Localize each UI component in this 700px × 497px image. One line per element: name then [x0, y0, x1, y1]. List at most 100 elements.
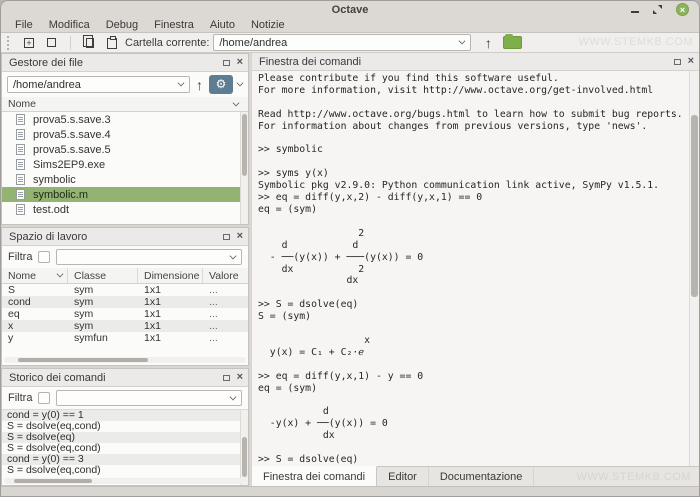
column-header-valore[interactable]: Valore: [203, 268, 248, 283]
stacked-windows-glyph: [47, 38, 56, 47]
close-panel-icon[interactable]: ×: [688, 56, 694, 67]
file-row[interactable]: symbolic: [2, 172, 248, 187]
file-list-column-header[interactable]: Nome: [2, 97, 248, 112]
close-panel-icon[interactable]: ×: [237, 231, 243, 242]
history-scrollbar[interactable]: [240, 410, 248, 485]
toolbar-separator: [70, 36, 71, 50]
history-hscrollbar[interactable]: [4, 478, 246, 484]
chevron-down-icon: [178, 80, 185, 87]
name-column-label: Nome: [8, 98, 36, 110]
workspace-cell: 1x1: [138, 332, 203, 344]
file-row[interactable]: test.odt: [2, 202, 248, 217]
command-window-panel: Finestra dei comandi × Please contribute…: [252, 53, 699, 486]
file-row[interactable]: prova5.s.save.3: [2, 112, 248, 127]
maximize-icon[interactable]: [653, 5, 662, 14]
new-window-icon[interactable]: +: [18, 34, 40, 52]
file-row[interactable]: symbolic.m: [2, 187, 248, 202]
tab-documentazione[interactable]: Documentazione: [429, 467, 535, 486]
file-name: symbolic: [33, 174, 76, 186]
close-panel-icon[interactable]: ×: [237, 372, 243, 383]
current-folder-label: Cartella corrente:: [125, 37, 209, 49]
menu-item-aiuto[interactable]: Aiuto: [202, 19, 243, 31]
browse-folder-button[interactable]: [499, 34, 525, 52]
menu-item-file[interactable]: File: [7, 19, 41, 31]
workspace-filter-combobox[interactable]: [56, 249, 242, 265]
workspace-cell: ...: [203, 332, 248, 344]
workspace-row[interactable]: Ssym1x1...: [2, 284, 248, 296]
file-browser-path-value: /home/andrea: [13, 79, 81, 91]
close-icon[interactable]: ×: [676, 3, 689, 16]
menu-item-notizie[interactable]: Notizie: [243, 19, 293, 31]
scrollbar-thumb[interactable]: [18, 358, 148, 362]
column-label: Dimensione: [144, 270, 199, 282]
menu-item-debug[interactable]: Debug: [98, 19, 146, 31]
workspace-cell: 1x1: [138, 320, 203, 332]
filter-label: Filtra: [8, 392, 32, 404]
filter-checkbox[interactable]: [38, 392, 50, 404]
filter-checkbox[interactable]: [38, 251, 50, 263]
undock-icon[interactable]: [223, 375, 230, 381]
tab-editor[interactable]: Editor: [377, 467, 429, 486]
file-list-scrollbar[interactable]: [240, 112, 248, 224]
main-content: Gestore dei file × /home/andrea ↑ ⚙: [1, 53, 699, 486]
gear-icon[interactable]: ⚙: [209, 75, 233, 94]
workspace-row[interactable]: ysymfun1x1...: [2, 332, 248, 344]
column-header-dimensione[interactable]: Dimensione: [138, 268, 203, 283]
panel-title-icons: ×: [223, 57, 243, 68]
file-icon: [16, 159, 25, 170]
file-name: test.odt: [33, 204, 69, 216]
scrollbar-thumb[interactable]: [691, 115, 698, 297]
scrollbar-thumb[interactable]: [14, 479, 92, 483]
chevron-down-icon: [459, 38, 466, 45]
panel-title-icons: ×: [674, 56, 694, 67]
workspace-row[interactable]: condsym1x1...: [2, 296, 248, 308]
column-label: Nome: [8, 270, 36, 282]
title-bar[interactable]: Octave ×: [1, 1, 699, 18]
undock-icon[interactable]: [223, 60, 230, 66]
workspace-row[interactable]: xsym1x1...: [2, 320, 248, 332]
current-folder-value: /home/andrea: [219, 37, 287, 49]
file-row[interactable]: prova5.s.save.4: [2, 127, 248, 142]
workspace-cell: y: [2, 332, 68, 344]
chevron-down-icon: [57, 271, 64, 278]
file-name: symbolic.m: [33, 189, 88, 201]
show-widgets-icon[interactable]: [40, 34, 62, 52]
toolbar-grip[interactable]: [7, 36, 10, 50]
close-panel-icon[interactable]: ×: [237, 57, 243, 68]
file-row[interactable]: prova5.s.save.5: [2, 142, 248, 157]
command-window-title: Finestra dei comandi: [259, 56, 361, 68]
folder-up-button[interactable]: ↑: [477, 34, 499, 52]
file-browser-path-combobox[interactable]: /home/andrea: [7, 76, 190, 93]
scrollbar-thumb[interactable]: [242, 437, 247, 477]
workspace-table-header[interactable]: Nome Classe Dimensione Valore: [2, 268, 248, 284]
up-arrow-icon: ↑: [485, 36, 492, 50]
column-header-nome[interactable]: Nome: [2, 268, 68, 283]
tab-finestra-dei-comandi[interactable]: Finestra dei comandi: [252, 466, 377, 486]
file-row[interactable]: Sims2EP9.exe: [2, 157, 248, 172]
current-folder-combobox[interactable]: /home/andrea: [213, 34, 471, 51]
undock-icon[interactable]: [674, 59, 681, 65]
file-browser-title-bar: Gestore dei file ×: [2, 54, 248, 72]
history-list: cond = y(0) == 1S = dsolve(eq,cond)S = d…: [2, 409, 248, 485]
left-dock-column: Gestore dei file × /home/andrea ↑ ⚙: [1, 53, 249, 486]
terminal-area[interactable]: Please contribute if you find this softw…: [252, 71, 699, 466]
terminal-output[interactable]: Please contribute if you find this softw…: [252, 71, 699, 466]
workspace-cell: sym: [68, 320, 138, 332]
menu-item-finestra[interactable]: Finestra: [146, 19, 202, 31]
file-icon: [16, 174, 25, 185]
directory-up-icon[interactable]: ↑: [196, 78, 203, 92]
history-item[interactable]: S = dsolve(eq,cond): [2, 465, 248, 476]
file-name: Sims2EP9.exe: [33, 159, 105, 171]
scrollbar-thumb[interactable]: [242, 114, 247, 176]
menu-item-modifica[interactable]: Modifica: [41, 19, 98, 31]
paste-icon[interactable]: [101, 34, 123, 52]
copy-icon[interactable]: [79, 34, 101, 52]
terminal-scrollbar[interactable]: [689, 71, 699, 466]
minimize-icon[interactable]: [631, 11, 639, 13]
column-header-classe[interactable]: Classe: [68, 268, 138, 283]
workspace-row[interactable]: eqsym1x1...: [2, 308, 248, 320]
chevron-down-icon[interactable]: [237, 80, 244, 87]
history-filter-combobox[interactable]: [56, 390, 242, 406]
undock-icon[interactable]: [223, 234, 230, 240]
workspace-hscrollbar[interactable]: [4, 357, 246, 363]
